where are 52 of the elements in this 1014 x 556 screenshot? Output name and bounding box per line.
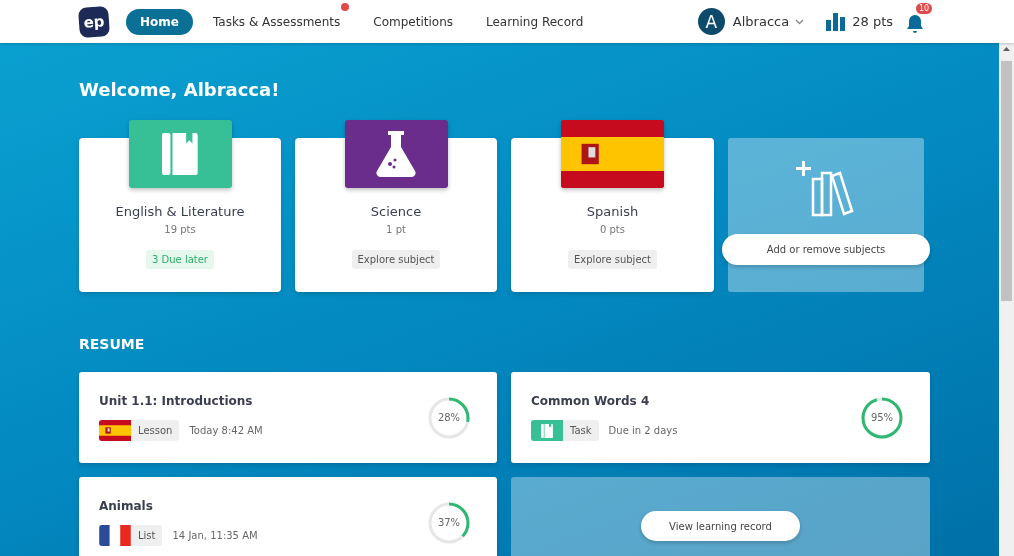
due-label: 3 Due later: [146, 250, 214, 269]
points-total: 28 pts: [852, 14, 893, 29]
spain-flag-icon: [561, 120, 664, 188]
progress-percent: 37%: [436, 516, 462, 530]
nav-tab[interactable]: Competitions: [373, 8, 453, 35]
subject-card[interactable]: English & Literature 19 pts 3 Due later: [79, 120, 281, 292]
subject-name: Spanish: [586, 204, 639, 219]
resume-title: Common Words 4: [531, 394, 651, 408]
explore-button[interactable]: Explore subject: [351, 250, 441, 269]
type-tag: Lesson: [99, 420, 180, 441]
france-flag-icon: [99, 525, 131, 546]
welcome-heading: Welcome, Albracca!: [79, 79, 281, 100]
subject-card[interactable]: Science 1 pt Explore subject: [295, 120, 497, 292]
subject-points: 1 pt: [386, 224, 406, 235]
scrollbar[interactable]: [999, 43, 1014, 556]
explore-button[interactable]: Explore subject: [568, 250, 657, 269]
resume-title: Unit 1.1: Introductions: [99, 394, 254, 408]
view-learning-record-button[interactable]: View learning record: [641, 511, 800, 541]
resume-time: Due in 2 days: [608, 425, 678, 436]
bell-icon[interactable]: [906, 13, 924, 34]
resume-time: Today 8:42 AM: [189, 425, 263, 436]
add-remove-subjects-button[interactable]: Add or remove subjects: [722, 234, 930, 265]
type-tag: List: [99, 525, 163, 546]
notification-badge: 10: [916, 2, 933, 14]
subject-points: 0 pts: [600, 224, 625, 235]
subject-points: 19 pts: [164, 224, 196, 235]
resume-card[interactable]: Common Words 4 Task Due in 2 days 95%: [511, 372, 930, 463]
logo[interactable]: ep: [78, 5, 110, 38]
progress-percent: 28%: [436, 411, 462, 425]
resume-card[interactable]: Unit 1.1: Introductions Lesson Today 8:42 AM 28%: [79, 372, 497, 463]
subject-name: English & Literature: [115, 204, 245, 219]
nav-tab[interactable]: Tasks & Assessments: [212, 8, 341, 35]
books-plus-icon: [796, 161, 856, 219]
nav-tab[interactable]: Learning Record: [486, 8, 584, 35]
resume-title: Animals: [99, 499, 154, 513]
progress-percent: 95%: [869, 411, 895, 425]
nav-tab[interactable]: Home: [126, 8, 193, 35]
user-name[interactable]: Albracca: [732, 14, 790, 29]
bar-chart-icon: [826, 12, 846, 31]
type-tag: Task: [531, 420, 599, 441]
flask-icon: [376, 131, 416, 177]
resume-card[interactable]: Animals List 14 Jan, 11:35 AM 37%: [79, 477, 497, 556]
subject-name: Science: [370, 204, 422, 219]
resume-time: 14 Jan, 11:35 AM: [172, 530, 258, 541]
book-icon: [541, 423, 553, 438]
subject-card[interactable]: Spanish 0 pts Explore subject: [511, 120, 714, 292]
user-avatar[interactable]: A: [697, 8, 725, 35]
book-icon: [162, 133, 198, 175]
section-heading: RESUME: [79, 336, 146, 352]
spain-flag-icon: [99, 420, 131, 441]
chevron-down-icon[interactable]: [795, 18, 805, 25]
scroll-up-arrow-icon[interactable]: [1003, 47, 1010, 51]
